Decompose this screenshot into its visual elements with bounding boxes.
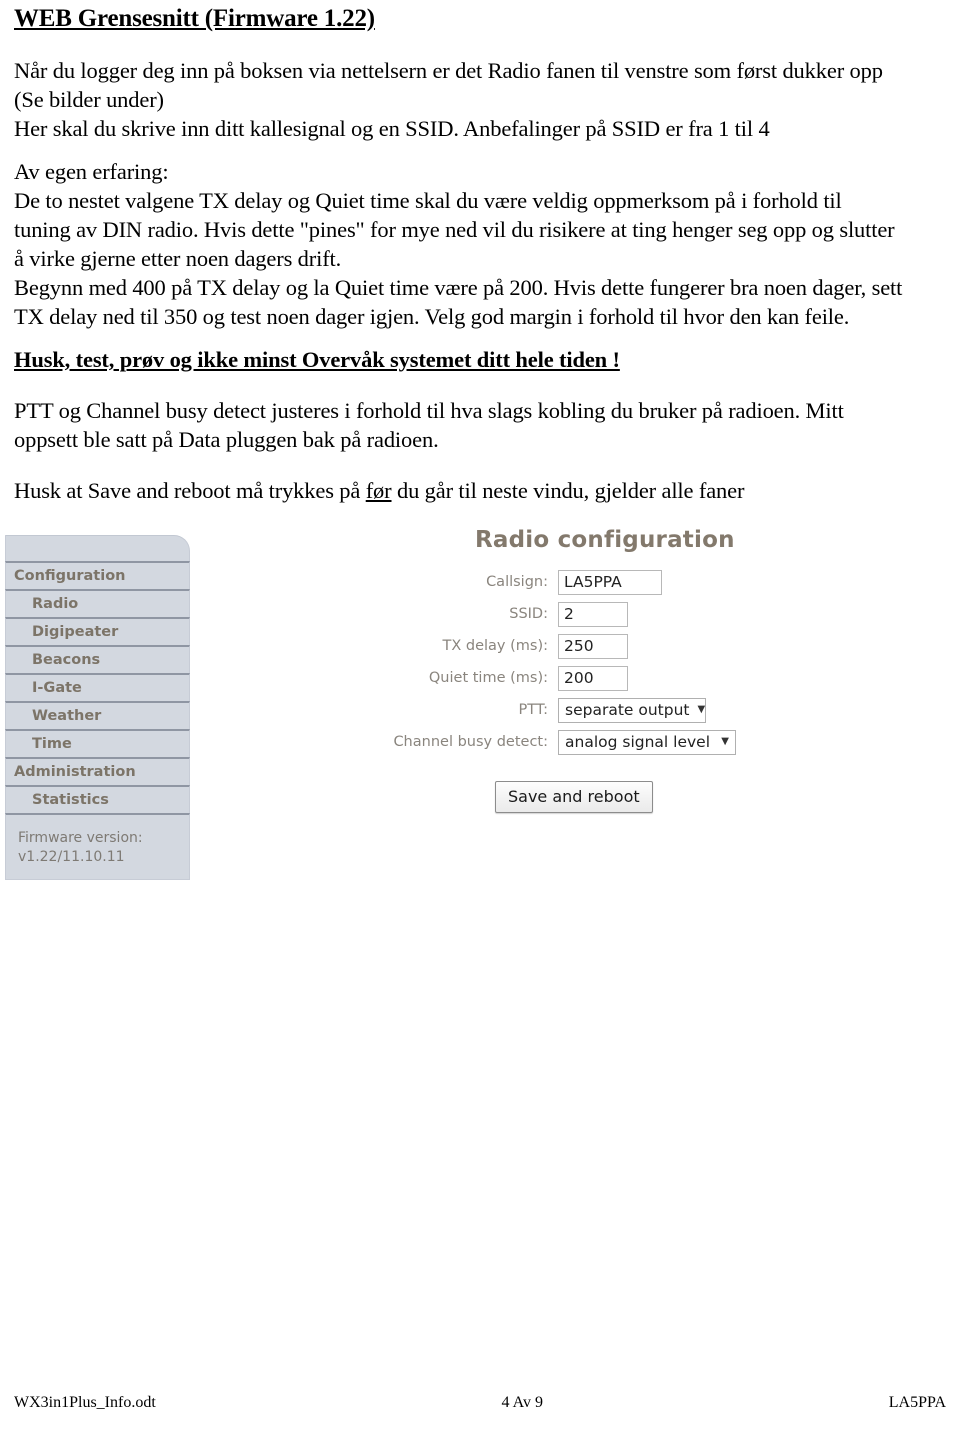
ptt-note-line-1: PTT og Channel busy detect justeres i fo… <box>14 398 844 423</box>
form-row-ssid: SSID: <box>390 601 810 627</box>
chevron-down-icon: ▼ <box>697 704 706 715</box>
sidebar-item-radio[interactable]: Radio <box>5 589 190 617</box>
intro-line-2: (Se bilder under) <box>14 87 164 112</box>
page-footer: WX3in1Plus_Info.odt 4 Av 9 LA5PPA <box>14 1394 946 1412</box>
sidebar-item-digipeater[interactable]: Digipeater <box>5 617 190 645</box>
ptt-label: PTT: <box>518 702 549 718</box>
form-row-channel-busy-detect: Channel busy detect: analog signal level… <box>390 729 810 755</box>
app-sidebar: Configuration Radio Digipeater Beacons I… <box>5 535 190 880</box>
sidebar-item-label: Radio <box>32 596 79 612</box>
firmware-version-block: Firmware version: v1.22/11.10.11 <box>5 813 190 880</box>
footer-filename: WX3in1Plus_Info.odt <box>14 1394 156 1411</box>
ptt-note-line-2: oppsett ble satt på Data pluggen bak på … <box>14 427 439 452</box>
sidebar-item-label: I-Gate <box>32 680 82 696</box>
quiet-time-label: Quiet time (ms): <box>428 670 548 686</box>
sidebar-item-label: Statistics <box>32 792 109 808</box>
sidebar-item-beacons[interactable]: Beacons <box>5 645 190 673</box>
save-and-reboot-button[interactable]: Save and reboot <box>495 781 653 813</box>
sidebar-item-label: Weather <box>32 708 102 724</box>
sidebar-item-label: Digipeater <box>32 624 119 640</box>
experience-line-5: Begynn med 400 på TX delay og la Quiet t… <box>14 275 903 300</box>
radio-configuration-panel: Radio configuration Callsign: SSID: TX d… <box>390 527 810 813</box>
quiet-time-input[interactable] <box>558 665 628 691</box>
channel-busy-detect-value: analog signal level <box>565 733 711 751</box>
sidebar-item-label: Administration <box>14 764 136 780</box>
firmware-version-value: v1.22/11.10.11 <box>18 849 125 865</box>
sidebar-item-weather[interactable]: Weather <box>5 701 190 729</box>
embedded-app-screenshot: Configuration Radio Digipeater Beacons I… <box>0 527 960 907</box>
save-reminder-after: du går til neste vindu, gjelder alle fan… <box>391 478 745 503</box>
tx-delay-label: TX delay (ms): <box>442 638 548 654</box>
ssid-input[interactable] <box>558 601 628 627</box>
experience-line-3: tuning av DIN radio. Hvis dette "pines" … <box>14 217 895 242</box>
form-row-callsign: Callsign: <box>390 569 810 595</box>
sidebar-item-configuration[interactable]: Configuration <box>5 561 190 589</box>
experience-heading: Av egen erfaring: <box>14 159 169 184</box>
sidebar-item-time[interactable]: Time <box>5 729 190 757</box>
save-reminder-emphasis: før <box>365 478 392 503</box>
page-title: WEB Grensesnitt (Firmware 1.22) <box>14 5 375 32</box>
form-row-quiet-time: Quiet time (ms): <box>390 665 810 691</box>
form-row-ptt: PTT: separate output ▼ <box>390 697 810 723</box>
sidebar-item-statistics[interactable]: Statistics <box>5 785 190 813</box>
document-page: WEB Grensesnitt (Firmware 1.22) Når du l… <box>0 0 960 1434</box>
ptt-select-value: separate output <box>565 701 690 719</box>
warning-text: Husk, test, prøv og ikke minst Overvåk s… <box>14 347 620 372</box>
form-row-tx-delay: TX delay (ms): <box>390 633 810 659</box>
sidebar-item-administration[interactable]: Administration <box>5 757 190 785</box>
ptt-select[interactable]: separate output ▼ <box>558 697 706 723</box>
save-reminder: Husk at Save and reboot må trykkes på fø… <box>14 476 946 505</box>
sidebar-item-i-gate[interactable]: I-Gate <box>5 673 190 701</box>
sidebar-item-label: Beacons <box>32 652 101 668</box>
experience-line-2: De to nestet valgene TX delay og Quiet t… <box>14 188 842 213</box>
chevron-down-icon: ▼ <box>721 736 729 747</box>
callsign-input[interactable] <box>558 569 662 595</box>
footer-callsign: LA5PPA <box>888 1394 946 1411</box>
sidebar-item-label: Time <box>32 736 72 752</box>
footer-page-number: 4 Av 9 <box>501 1394 544 1411</box>
sidebar-top-cap <box>5 535 190 561</box>
panel-title: Radio configuration <box>475 527 735 553</box>
channel-busy-detect-select[interactable]: analog signal level ▼ <box>558 729 736 755</box>
experience-line-6: TX delay ned til 350 og test noen dager … <box>14 304 850 329</box>
firmware-version-label: Firmware version: <box>18 830 143 846</box>
save-reminder-before: Husk at Save and reboot må trykkes på <box>14 478 366 503</box>
save-button-wrapper: Save and reboot <box>390 781 810 813</box>
intro-line-1: Når du logger deg inn på boksen via nett… <box>14 58 883 83</box>
channel-busy-detect-label: Channel busy detect: <box>393 734 548 750</box>
callsign-label: Callsign: <box>486 574 548 590</box>
tx-delay-input[interactable] <box>558 633 628 659</box>
sidebar-item-label: Configuration <box>14 568 126 584</box>
ssid-label: SSID: <box>509 606 548 622</box>
experience-line-4: å virke gjerne etter noen dagers drift. <box>14 246 342 271</box>
intro-line-3: Her skal du skrive inn ditt kallesignal … <box>14 116 770 141</box>
